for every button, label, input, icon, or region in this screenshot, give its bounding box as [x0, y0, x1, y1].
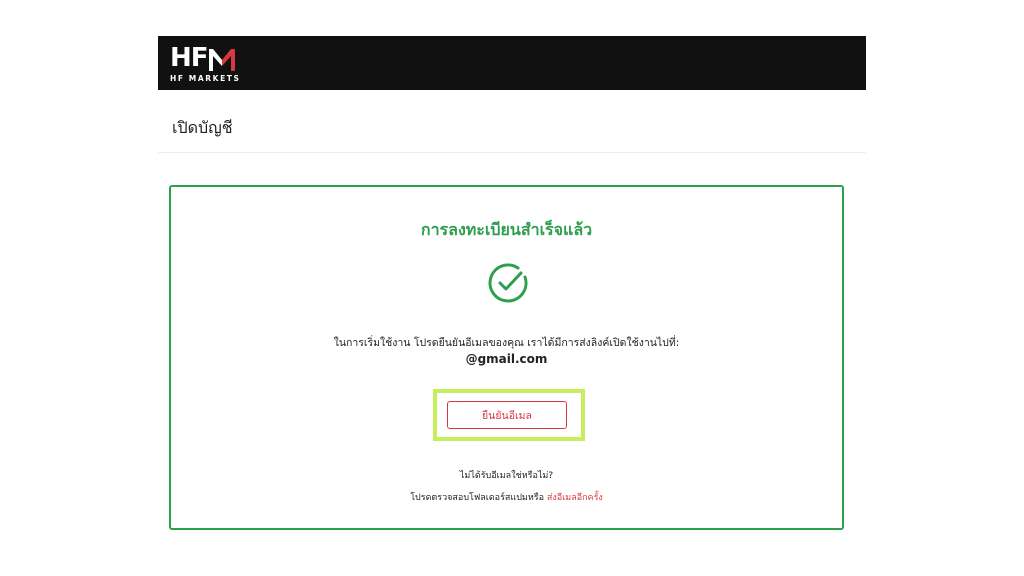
- hfm-logo[interactable]: HF HF MARKETS: [170, 45, 241, 83]
- page: HF HF MARKETS เปิดบัญชี การลงทะเบียนสำเร…: [0, 0, 1024, 576]
- logo-subtitle: HF MARKETS: [170, 74, 241, 83]
- logo-m-icon: [208, 49, 235, 71]
- registration-success-card: การลงทะเบียนสำเร็จแล้ว ในการเริ่มใช้งาน …: [169, 185, 844, 530]
- check-spam-text: โปรดตรวจสอบโฟลเดอร์สแปมหรือ: [410, 493, 547, 503]
- activation-message: ในการเริ่มใช้งาน โปรดยืนยันอีเมลของคุณ เ…: [333, 337, 680, 349]
- not-received-text: ไม่ได้รับอีเมลใช่หรือไม่?: [459, 471, 554, 481]
- email-address: @gmail.com: [465, 352, 548, 366]
- page-title: เปิดบัญชี: [172, 118, 233, 137]
- logo-mark-text: HF: [170, 43, 209, 73]
- verify-email-button[interactable]: ยืนยันอีเมล: [447, 401, 567, 429]
- header-bar: HF HF MARKETS: [158, 36, 866, 90]
- check-circle-icon: [487, 262, 529, 304]
- logo-mark: HF: [170, 45, 241, 71]
- success-title: การลงทะเบียนสำเร็จแล้ว: [420, 220, 593, 239]
- title-divider: [158, 152, 866, 153]
- check-spam-line: โปรดตรวจสอบโฟลเดอร์สแปมหรือ ส่งอีเมลอีกค…: [171, 490, 842, 504]
- resend-email-link[interactable]: ส่งอีเมลอีกครั้ง: [547, 493, 603, 503]
